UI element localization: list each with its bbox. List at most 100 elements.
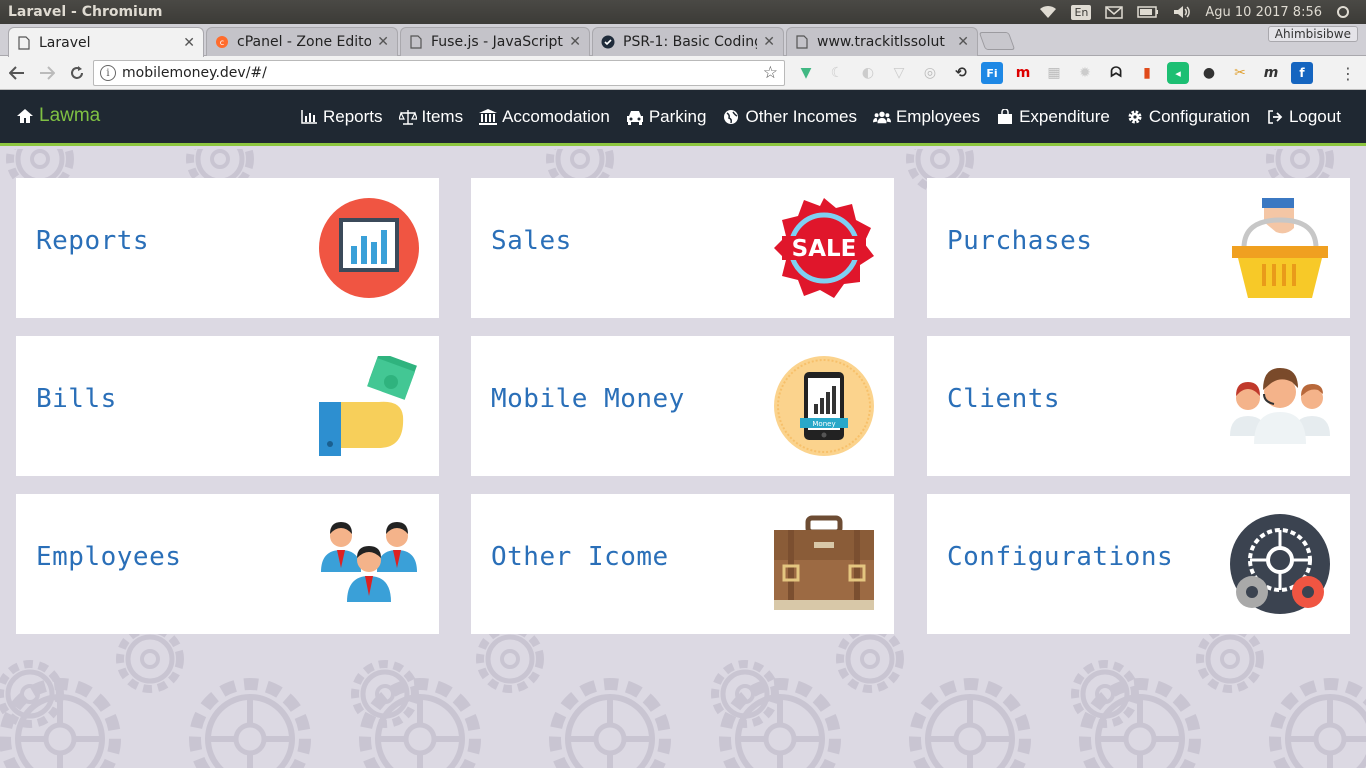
card-sales[interactable]: Sales SALE (471, 178, 894, 318)
os-top-bar: Laravel - Chromium En Agu 10 2017 8:56 (0, 0, 1366, 24)
browser-menu-icon[interactable]: ⋮ (1340, 64, 1356, 83)
office-extension-icon[interactable]: ▮ (1136, 62, 1158, 84)
profile-button[interactable]: Ahimbisibwe (1267, 26, 1358, 42)
close-icon[interactable]: ✕ (957, 34, 969, 50)
card-purchases[interactable]: Purchases (927, 178, 1350, 318)
card-label: Other Icome (491, 542, 669, 572)
card-clients[interactable]: Clients (927, 336, 1350, 476)
nav-logout[interactable]: Logout (1266, 107, 1341, 127)
leaf-extension-icon[interactable]: ◐ (857, 62, 879, 84)
fi-extension-icon[interactable]: Fi (981, 62, 1003, 84)
bar-chart-icon (300, 108, 318, 126)
check-badge-icon (601, 35, 615, 49)
address-url[interactable]: mobilemoney.dev/#/ (122, 65, 763, 81)
vue-devtools-icon[interactable]: ▼ (795, 62, 817, 84)
arrow-right-icon (40, 65, 55, 80)
card-employees[interactable]: Employees (16, 494, 439, 634)
keyboard-layout-indicator[interactable]: En (1071, 4, 1092, 20)
report-chart-icon (319, 198, 419, 298)
new-tab-button[interactable] (978, 32, 1016, 50)
circle-extension-icon[interactable]: ◎ (919, 62, 941, 84)
power-gear-icon[interactable] (1336, 5, 1350, 19)
nav-label: Reports (323, 107, 383, 126)
gear-icon (1126, 108, 1144, 126)
reload-icon (71, 65, 83, 79)
document-icon (17, 35, 31, 50)
nav-label: Employees (895, 107, 981, 126)
card-label: Purchases (947, 226, 1093, 256)
card-other-income[interactable]: Other Icome (471, 494, 894, 634)
nav-items[interactable]: Items (398, 107, 464, 127)
window-title: Laravel - Chromium (8, 4, 163, 20)
nav-employees[interactable]: Employees (872, 107, 981, 127)
nav-reports[interactable]: Reports (300, 107, 383, 127)
address-bar[interactable]: i mobilemoney.dev/#/ ☆ (93, 60, 785, 86)
m-red-extension-icon[interactable]: m (1012, 62, 1034, 84)
browser-toolbar: i mobilemoney.dev/#/ ☆ ▼ ☾ ◐ ▽ ◎ ⟲ Fi m … (0, 56, 1366, 90)
tools-extension-icon[interactable]: ✂ (1229, 62, 1251, 84)
sign-out-icon (1266, 108, 1284, 126)
card-reports[interactable]: Reports (16, 178, 439, 318)
close-icon[interactable]: ✕ (377, 34, 389, 50)
tab-label: PSR-1: Basic Coding (623, 34, 758, 50)
wifi-icon[interactable] (1039, 5, 1057, 19)
brand-label[interactable]: Lawma (39, 105, 100, 127)
nav-label: Other Incomes (745, 107, 857, 126)
card-label: Clients (947, 384, 1061, 414)
moon-extension-icon[interactable]: ☾ (826, 62, 848, 84)
tab-psr1[interactable]: PSR-1: Basic Coding ✕ (592, 27, 784, 56)
send-extension-icon[interactable]: ◂ (1167, 62, 1189, 84)
nav-other-incomes[interactable]: Other Incomes (722, 107, 857, 127)
system-tray: En Agu 10 2017 8:56 (1039, 4, 1366, 20)
nav-label: Items (421, 107, 464, 126)
nav-parking[interactable]: Parking (626, 107, 706, 127)
balance-scale-icon (398, 108, 417, 126)
brand[interactable]: Lawma (16, 105, 100, 127)
close-icon[interactable]: ✕ (763, 34, 775, 50)
card-bills[interactable]: Bills (16, 336, 439, 476)
arrow-left-icon (9, 65, 24, 80)
nav-expenditure[interactable]: Expenditure (996, 107, 1110, 127)
mail-icon[interactable] (1105, 5, 1124, 19)
nav-label: Configuration (1148, 107, 1250, 126)
main-nav: Reports Items Accomodation Parking Other… (300, 107, 1357, 127)
f-extension-icon[interactable]: f (1291, 62, 1313, 84)
calendar-extension-icon[interactable]: ▦ (1043, 62, 1065, 84)
volume-icon[interactable] (1173, 5, 1191, 19)
reload-button[interactable] (64, 60, 90, 86)
tab-strip: Laravel ✕ c cPanel - Zone Editor ✕ Fuse.… (0, 24, 1366, 57)
tab-label: cPanel - Zone Editor (237, 34, 372, 50)
tab-label: www.trackitlssolut (817, 34, 945, 50)
gnome-extension-icon[interactable]: ᗣ (1105, 62, 1127, 84)
tab-label: Fuse.js - JavaScript (431, 34, 563, 50)
clock[interactable]: Agu 10 2017 8:56 (1205, 5, 1322, 20)
battery-icon[interactable] (1137, 6, 1159, 18)
gear-extension-icon[interactable]: ✹ (1074, 62, 1096, 84)
nav-accomodation[interactable]: Accomodation (479, 107, 610, 127)
home-icon (17, 109, 33, 123)
support-agents-icon (1230, 368, 1330, 444)
tab-cpanel[interactable]: c cPanel - Zone Editor ✕ (206, 27, 398, 56)
close-icon[interactable]: ✕ (183, 35, 195, 51)
m-extension-icon[interactable]: m (1260, 62, 1282, 84)
card-mobile-money[interactable]: Mobile Money Money (471, 336, 894, 476)
pocket-extension-icon[interactable]: ▽ (888, 62, 910, 84)
spy-extension-icon[interactable]: ● (1198, 62, 1220, 84)
info-icon[interactable]: i (100, 65, 116, 81)
nav-label: Accomodation (502, 107, 610, 126)
svg-text:SALE: SALE (792, 236, 857, 262)
employees-group-icon (321, 522, 417, 602)
tab-trackitls[interactable]: www.trackitlssolut ✕ (786, 27, 978, 56)
card-configurations[interactable]: Configurations (927, 494, 1350, 634)
sync-extension-icon[interactable]: ⟲ (950, 62, 972, 84)
back-button[interactable] (4, 60, 30, 86)
svg-text:c: c (220, 38, 224, 47)
tab-fusejs[interactable]: Fuse.js - JavaScript ✕ (400, 27, 590, 56)
extension-icons: ▼ ☾ ◐ ▽ ◎ ⟲ Fi m ▦ ✹ ᗣ ▮ ◂ ● ✂ m f (795, 62, 1313, 84)
tab-laravel[interactable]: Laravel ✕ (8, 27, 204, 57)
forward-button[interactable] (34, 60, 60, 86)
bookmark-star-icon[interactable]: ☆ (763, 63, 778, 83)
close-icon[interactable]: ✕ (569, 34, 581, 50)
nav-label: Logout (1288, 107, 1341, 126)
nav-configuration[interactable]: Configuration (1126, 107, 1250, 127)
